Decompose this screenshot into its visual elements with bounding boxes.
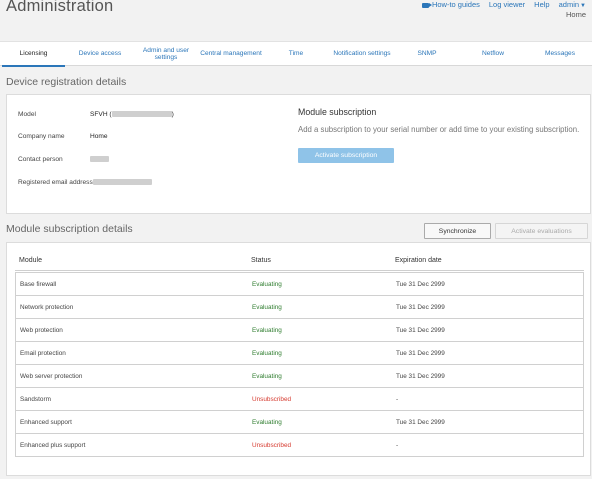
tab-device-access[interactable]: Device access <box>70 42 130 66</box>
module-name: Web server protection <box>20 373 83 380</box>
activate-evaluations-button[interactable]: Activate evaluations <box>495 223 588 239</box>
email-label: Registered email address <box>18 179 93 186</box>
synchronize-button[interactable]: Synchronize <box>424 223 491 239</box>
module-subscription-table: Module Status Expiration date Base firew… <box>6 242 591 476</box>
status-badge: Evaluating <box>252 281 282 288</box>
expiration-date: - <box>396 396 399 403</box>
table-row: Web server protection Evaluating Tue 31 … <box>15 364 584 388</box>
device-registration-panel: Model SFVH () Company name Home Contact … <box>6 94 591 214</box>
module-name: Enhanced support <box>20 419 72 426</box>
module-subscription-description: Add a subscription to your serial number… <box>298 125 580 134</box>
module-name: Network protection <box>20 304 74 311</box>
top-links: How-to guides Log viewer Help admin▼ <box>413 0 586 9</box>
redacted-serial <box>111 111 172 118</box>
expiration-date: Tue 31 Dec 2999 <box>396 304 445 311</box>
device-name-label: Home <box>565 10 586 19</box>
log-viewer-link[interactable]: Log viewer <box>489 0 525 9</box>
tab-time[interactable]: Time <box>280 42 312 66</box>
model-label: Model <box>18 111 36 118</box>
tab-bar: Licensing Device access Admin and user s… <box>0 41 592 67</box>
table-row: Email protection Evaluating Tue 31 Dec 2… <box>15 341 584 365</box>
contact-label: Contact person <box>18 156 63 163</box>
module-name: Enhanced plus support <box>20 442 86 449</box>
model-value: SFVH () <box>90 111 174 118</box>
table-row: Web protection Evaluating Tue 31 Dec 299… <box>15 318 584 342</box>
tab-central-management[interactable]: Central management <box>197 42 265 66</box>
company-label: Company name <box>18 133 65 140</box>
table-row: Enhanced plus support Unsubscribed - <box>15 433 584 457</box>
tab-snmp[interactable]: SNMP <box>407 42 447 66</box>
help-link[interactable]: Help <box>534 0 549 9</box>
expiration-date: Tue 31 Dec 2999 <box>396 373 445 380</box>
tab-netflow[interactable]: Netflow <box>470 42 516 66</box>
expiration-date: Tue 31 Dec 2999 <box>396 327 445 334</box>
table-row: Network protection Evaluating Tue 31 Dec… <box>15 295 584 319</box>
tab-notification-settings[interactable]: Notification settings <box>328 42 396 66</box>
expiration-date: Tue 31 Dec 2999 <box>396 419 445 426</box>
expiration-date: Tue 31 Dec 2999 <box>396 281 445 288</box>
redacted-email <box>93 179 152 186</box>
table-header: Module Status Expiration date <box>15 251 584 271</box>
module-name: Email protection <box>20 350 66 357</box>
chevron-down-icon: ▼ <box>580 3 586 9</box>
video-icon <box>421 2 432 8</box>
tab-licensing[interactable]: Licensing <box>2 42 65 67</box>
status-badge: Evaluating <box>252 419 282 426</box>
table-row: Sandstorm Unsubscribed - <box>15 387 584 411</box>
module-name: Sandstorm <box>20 396 51 403</box>
tab-admin-user-settings[interactable]: Admin and user settings <box>136 42 196 66</box>
how-to-guides-link[interactable]: How-to guides <box>421 0 480 9</box>
table-row: Enhanced support Evaluating Tue 31 Dec 2… <box>15 410 584 434</box>
expiration-date: Tue 31 Dec 2999 <box>396 350 445 357</box>
tab-messages[interactable]: Messages <box>535 42 585 66</box>
status-badge: Evaluating <box>252 304 282 311</box>
activate-subscription-button[interactable]: Activate subscription <box>298 148 394 163</box>
email-value <box>93 179 152 186</box>
page-title: Administration <box>6 0 114 15</box>
status-badge: Unsubscribed <box>252 396 292 403</box>
status-badge: Evaluating <box>252 327 282 334</box>
module-subscription-title: Module subscription <box>298 107 377 117</box>
contact-value <box>90 156 109 163</box>
user-menu[interactable]: admin▼ <box>559 0 586 9</box>
company-value: Home <box>90 133 108 140</box>
module-name: Base firewall <box>20 281 57 288</box>
module-subscription-details-heading: Module subscription details <box>6 223 133 235</box>
device-registration-heading: Device registration details <box>6 76 127 88</box>
module-name: Web protection <box>20 327 63 334</box>
status-badge: Evaluating <box>252 373 282 380</box>
status-badge: Unsubscribed <box>252 442 292 449</box>
column-status: Status <box>251 257 271 264</box>
redacted-contact <box>90 156 109 163</box>
column-module: Module <box>19 257 42 264</box>
table-row: Base firewall Evaluating Tue 31 Dec 2999 <box>15 272 584 296</box>
status-badge: Evaluating <box>252 350 282 357</box>
expiration-date: - <box>396 442 399 449</box>
column-expiration: Expiration date <box>395 257 442 264</box>
